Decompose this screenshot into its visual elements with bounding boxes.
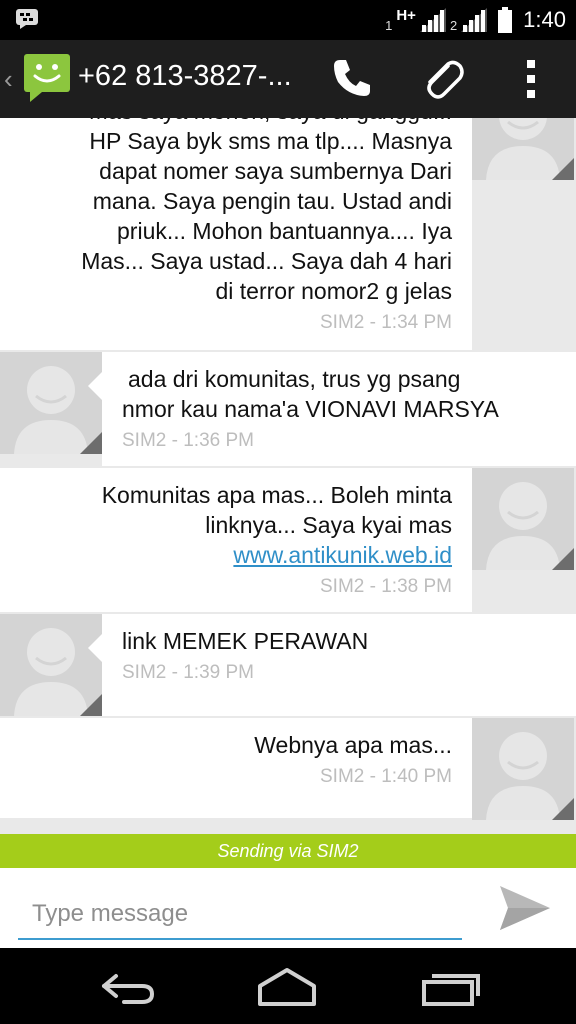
messaging-app-icon[interactable] [22,52,72,102]
message-incoming[interactable]: Mas saya mohon, saya di ganggu... HP Say… [0,118,576,350]
bubble-tail [88,634,102,662]
attachment-icon[interactable] [418,54,466,102]
message-line: Mas saya mohon, saya di ganggu... [20,118,452,126]
signal-sim2-icon [461,8,488,32]
message-text: Mas saya mohon, saya di ganggu... HP Say… [20,118,452,306]
recent-apps-icon[interactable] [414,966,484,1008]
message-bubble: Komunitas apa mas... Boleh minta linknya… [0,468,472,612]
message-text: Webnya apa mas... [20,730,452,760]
message-line: Webnya apa mas... [254,732,452,758]
back-caret-icon[interactable]: ‹ [4,64,13,95]
clock: 1:40 [523,7,566,32]
message-list[interactable]: Mas saya mohon, saya di ganggu... HP Say… [0,118,576,834]
sim1-label: 1 [385,17,393,33]
home-icon[interactable] [252,966,322,1008]
avatar-silhouette-icon [0,614,102,716]
message-timestamp: SIM2 - 1:40 PM [320,766,452,787]
messaging-screen: 1 H+ 2 1:40 ‹ +62 813-3827-... HP Saya b… [0,0,576,1024]
back-icon[interactable] [94,966,164,1008]
overflow-menu-icon[interactable] [518,58,544,100]
contact-avatar[interactable] [472,118,574,180]
message-line: linknya... Saya kyai mas [205,512,452,538]
message-bubble: Webnya apa mas... SIM2 - 1:40 PM [0,718,472,818]
bubble-tail [88,372,102,400]
sim2-label: 2 [449,17,458,33]
message-input[interactable] [18,890,462,940]
network-type: H+ [396,6,416,24]
message-text: ada dri komunitas, trus yg psang nmor ka… [122,364,556,424]
bbm-icon [16,9,38,29]
avatar-silhouette-icon [472,118,574,180]
conversation-title[interactable]: +62 813-3827-... [78,60,292,93]
message-bubble: ada dri komunitas, trus yg psang nmor ka… [102,352,576,466]
message-line: Komunitas apa mas... Boleh minta [101,482,452,508]
compose-area [0,868,576,948]
message-line: dapat nomer saya sumbernya Dari [99,158,452,184]
send-icon[interactable] [496,884,552,932]
avatar-silhouette-icon [0,352,102,454]
navigation-bar [0,948,576,1024]
message-timestamp: SIM2 - 1:36 PM [122,430,254,451]
message-outgoing[interactable]: ada dri komunitas, trus yg psang nmor ka… [0,352,576,466]
message-text: link MEMEK PERAWAN [122,626,556,656]
my-avatar[interactable] [0,614,102,716]
message-timestamp: SIM2 - 1:39 PM [122,662,254,683]
status-bar: 1 H+ 2 1:40 [0,0,576,40]
message-text: Komunitas apa mas... Boleh minta linknya… [20,480,452,570]
message-line: mana. Saya pengin tau. Ustad andi [92,188,452,214]
message-line: priuk... Mohon bantuannya.... Iya [117,218,452,244]
signal-sim1-icon [419,8,446,32]
message-line: link MEMEK PERAWAN [122,628,369,654]
message-line: Mas... Saya ustad... Saya dah 4 hari [81,248,452,274]
status-indicators: 1 H+ 2 1:40 [385,0,566,40]
my-avatar[interactable] [0,352,102,454]
message-incoming[interactable]: Webnya apa mas... SIM2 - 1:40 PM [0,718,576,820]
phone-icon[interactable] [330,56,374,100]
message-timestamp: SIM2 - 1:38 PM [320,576,452,597]
contact-avatar[interactable] [472,718,574,820]
message-bubble: link MEMEK PERAWAN SIM2 - 1:39 PM [102,614,576,716]
message-timestamp: SIM2 - 1:34 PM [320,312,452,333]
avatar-silhouette-icon [472,718,574,820]
message-link[interactable]: www.antikunik.web.id [233,542,452,568]
message-bubble: Mas saya mohon, saya di ganggu... HP Say… [0,118,472,350]
contact-avatar[interactable] [472,468,574,570]
message-incoming[interactable]: Komunitas apa mas... Boleh minta linknya… [0,468,576,612]
action-bar: ‹ +62 813-3827-... [0,40,576,118]
sending-sim-bar[interactable]: Sending via SIM2 [0,834,576,868]
message-line: di terror nomor2 g jelas [215,278,453,304]
message-line: ada dri komunitas, trus yg psang [128,366,461,392]
message-line: nmor kau nama'a VIONAVI MARSYA [122,396,499,422]
avatar-silhouette-icon [472,468,574,570]
message-line: HP Saya byk sms ma tlp.... Masnya [89,128,452,154]
battery-icon [498,7,513,33]
message-outgoing[interactable]: link MEMEK PERAWAN SIM2 - 1:39 PM [0,614,576,716]
